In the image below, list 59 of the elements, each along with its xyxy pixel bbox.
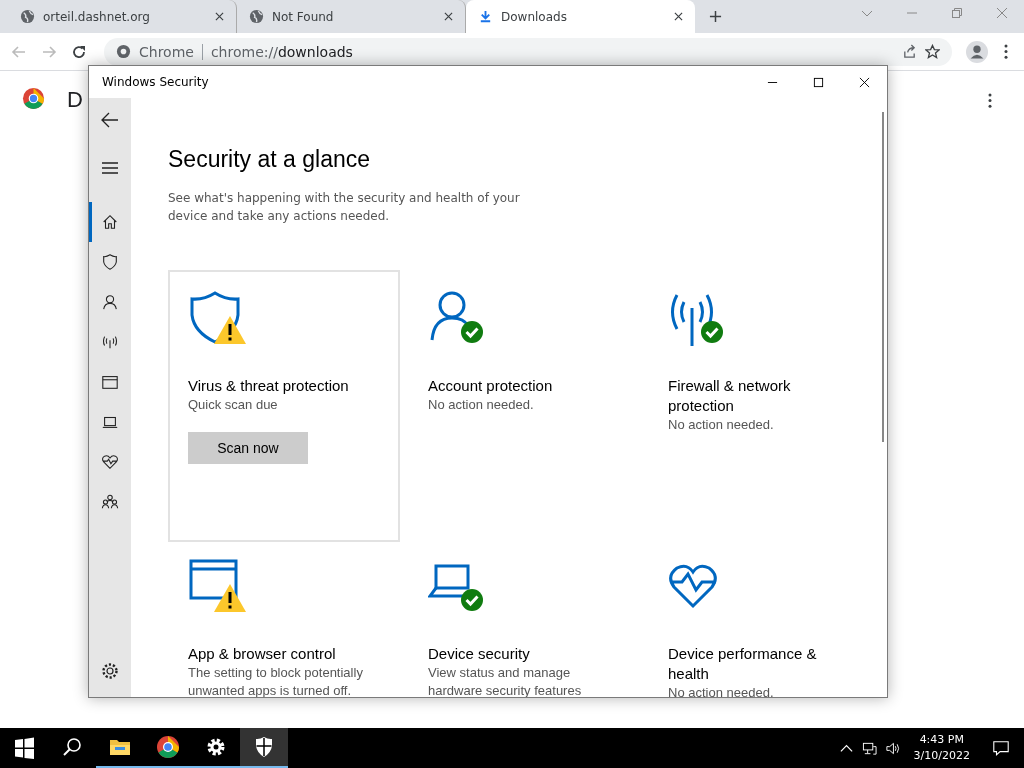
browser-tab[interactable]: orteil.dashnet.org <box>8 0 237 33</box>
network-icon[interactable] <box>861 740 877 756</box>
url-text: chrome://downloads <box>210 43 353 60</box>
globe-icon <box>20 9 35 24</box>
chrome-icon <box>156 735 180 759</box>
clock-date[interactable]: 3/10/2022 <box>913 748 970 764</box>
close-icon[interactable] <box>444 12 453 21</box>
speaker-icon[interactable] <box>884 740 900 756</box>
chrome-logo-icon <box>22 87 45 110</box>
card-status-text: No action needed. <box>668 416 775 434</box>
window-title: Windows Security <box>102 75 209 89</box>
scrollbar[interactable] <box>882 112 884 442</box>
page-title: D <box>67 87 83 113</box>
home-icon <box>101 213 119 231</box>
family-icon <box>101 493 119 511</box>
status-card[interactable]: Account protection No action needed. <box>408 270 640 542</box>
new-tab-icon[interactable] <box>709 10 722 23</box>
close-icon[interactable] <box>859 76 870 88</box>
card-title: App & browser control <box>188 644 337 664</box>
scan-now-button[interactable]: Scan now <box>188 432 308 464</box>
shield-icon <box>101 253 119 271</box>
browser-tab[interactable]: Downloads <box>466 0 695 33</box>
more-icon[interactable] <box>1004 44 1008 59</box>
reload-icon[interactable] <box>71 43 87 60</box>
share-icon[interactable] <box>902 44 917 59</box>
site-label: Chrome <box>139 43 203 60</box>
close-icon[interactable] <box>674 12 683 21</box>
star-icon[interactable] <box>925 44 940 59</box>
card-status-text: No action needed. <box>668 684 775 697</box>
browser-icon <box>101 373 119 391</box>
person-icon <box>101 293 119 311</box>
card-title: Firewall & network protection <box>668 376 792 416</box>
restore-icon[interactable] <box>951 7 963 19</box>
card-title: Account protection <box>428 376 554 396</box>
card-title: Virus & threat protection <box>188 376 350 396</box>
status-card[interactable]: Virus & threat protection Quick scan due Scan now <box>168 270 400 542</box>
clock-time[interactable]: 4:43 PM <box>919 732 964 748</box>
card-status-text: Quick scan due <box>188 396 279 414</box>
card-status-text: No action needed. <box>428 396 535 414</box>
close-icon[interactable] <box>215 12 224 21</box>
intro-text: See what's happening with the security and health of your device and take any actions needed. <box>168 190 521 225</box>
card-status-text: View status and manage hardware security features <box>428 664 583 697</box>
taskbar-app[interactable] <box>240 728 288 768</box>
download-icon <box>478 9 493 24</box>
globe-icon <box>249 9 264 24</box>
address-bar[interactable]: Chrome chrome://downloads <box>104 37 952 66</box>
more-icon[interactable] <box>988 93 992 108</box>
profile-icon[interactable] <box>966 40 988 63</box>
back-icon[interactable] <box>100 110 120 130</box>
maximize-icon[interactable] <box>813 76 824 88</box>
card-status-text: The setting to block potentially unwanted apps is turned off. <box>188 664 364 697</box>
settings-icon[interactable] <box>100 661 120 681</box>
notification-icon[interactable] <box>992 739 1010 757</box>
chrome-icon <box>116 44 131 59</box>
page-heading: Security at a glance <box>168 146 371 173</box>
card-title: Device performance & health <box>668 644 818 684</box>
status-card[interactable]: Firewall & network protection No action needed. <box>648 270 880 542</box>
card-title: Device security <box>428 644 531 664</box>
heart-icon <box>101 453 119 471</box>
